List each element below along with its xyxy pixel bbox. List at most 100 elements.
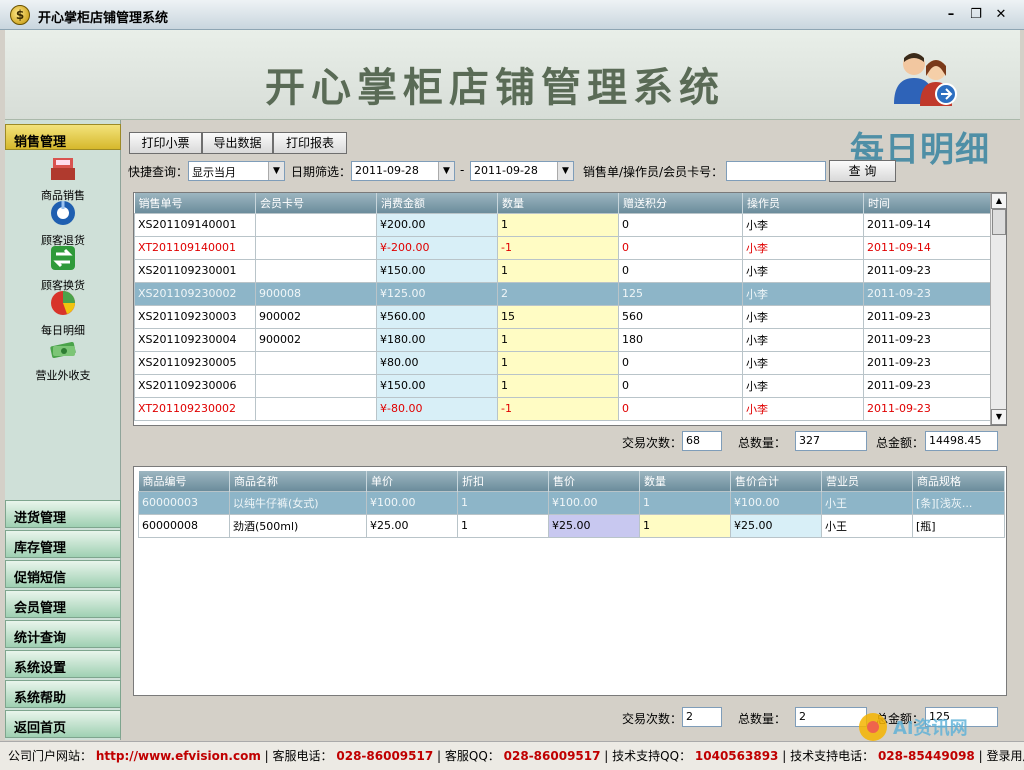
sales-table-header: 销售单号 会员卡号 消费金额 数量 赠送积分 操作员 时间 (134, 193, 991, 213)
trade-count-label: 交易次数： (622, 436, 683, 450)
column-header[interactable]: 数量 (497, 193, 619, 213)
table-row[interactable]: XT201109230002 ¥-80.00 -1 0 小李 2011-09-23 (134, 396, 991, 421)
close-button[interactable]: ✕ (990, 6, 1012, 24)
trade-count-value: 68 (682, 431, 722, 451)
nav-help[interactable]: 系统帮助 (5, 680, 121, 708)
table-cell: 900002 (255, 327, 377, 352)
table-cell: -1 (497, 396, 619, 421)
cs-phone-label: 客服电话： (272, 749, 333, 763)
maximize-button[interactable]: ❐ (965, 6, 987, 24)
column-header[interactable]: 赠送积分 (618, 193, 743, 213)
table-cell: 1 (497, 258, 619, 283)
scroll-up-icon[interactable]: ▲ (991, 193, 1006, 209)
table-row[interactable]: XS201109230001 ¥150.00 1 0 小李 2011-09-23 (134, 258, 991, 283)
column-header[interactable]: 商品名称 (229, 471, 367, 491)
sidebar-item-exchange[interactable]: 顾客换货 (5, 244, 121, 293)
column-header[interactable]: 折扣 (457, 471, 549, 491)
table-cell: 180 (618, 327, 743, 352)
sidebar-item-sales[interactable]: 商品销售 (5, 154, 121, 203)
chevron-down-icon: ▼ (557, 162, 573, 180)
sidebar-item-daily-detail[interactable]: 每日明细 (5, 289, 121, 338)
cs-qq-label: 客服QQ： (444, 749, 500, 763)
table-row[interactable]: XS201109230002 900008 ¥125.00 2 125 小李 2011-09… (134, 281, 991, 306)
table-cell: 1 (639, 490, 731, 515)
column-header[interactable]: 销售单号 (134, 193, 256, 213)
column-header[interactable]: 消费金额 (376, 193, 498, 213)
date-from-picker[interactable]: 2011-09-28 ▼ (351, 161, 455, 181)
sidebar-item-other-income[interactable]: 营业外收支 (5, 334, 121, 383)
print-ticket-button[interactable]: 打印小票 (129, 132, 202, 154)
quick-query-value: 显示当月 (192, 166, 236, 179)
column-header[interactable]: 商品规格 (912, 471, 1005, 491)
column-header[interactable]: 售价 (548, 471, 640, 491)
table-row[interactable]: XS201109230003 900002 ¥560.00 15 560 小李 2011-0… (134, 304, 991, 329)
date-to-picker[interactable]: 2011-09-28 ▼ (470, 161, 574, 181)
table-row[interactable]: XT201109140001 ¥-200.00 -1 0 小李 2011-09-14 (134, 235, 991, 260)
table-cell: 0 (618, 235, 743, 260)
column-header[interactable]: 数量 (639, 471, 731, 491)
detail-table-panel: 商品编号 商品名称 单价 折扣 售价 数量 售价合计 营业员 商品规格 60000003 以纯牛仔… (133, 466, 1007, 696)
table-cell: 小李 (742, 350, 864, 375)
table-cell (255, 212, 377, 237)
nav-inventory[interactable]: 库存管理 (5, 530, 121, 558)
date-from-value: 2011-09-28 (355, 164, 419, 177)
table-cell: ¥100.00 (548, 490, 640, 515)
total-amount-label: 总金额： (876, 436, 925, 450)
table-row[interactable]: XS201109140001 ¥200.00 1 0 小李 2011-09-14 (134, 212, 991, 237)
query-button[interactable]: 查 询 (829, 160, 896, 182)
export-data-button[interactable]: 导出数据 (202, 132, 273, 154)
table-row[interactable]: 60000008 劲酒(500ml) ¥25.00 1 ¥25.00 1 ¥25.00 小王[… (138, 513, 1005, 538)
search-input[interactable] (726, 161, 826, 181)
table-cell: XS201109140001 (134, 212, 256, 237)
print-report-button[interactable]: 打印报表 (273, 132, 347, 154)
table-cell (255, 258, 377, 283)
table-row[interactable]: 60000003 以纯牛仔裤(女式) ¥100.00 1 ¥100.00 1 ¥100.00… (138, 490, 1005, 515)
column-header[interactable]: 营业员 (821, 471, 913, 491)
column-header[interactable]: 售价合计 (730, 471, 822, 491)
minimize-button[interactable]: – (940, 6, 962, 24)
column-header[interactable]: 操作员 (742, 193, 864, 213)
sidebar-item-label: 营业外收支 (35, 369, 91, 382)
table-cell: ¥100.00 (730, 490, 822, 515)
nav-home[interactable]: 返回首页 (5, 710, 121, 738)
table-cell: 15 (497, 304, 619, 329)
table-cell: XS201109230001 (134, 258, 256, 283)
table-cell: 0 (618, 258, 743, 283)
status-sep: | (264, 749, 269, 763)
table-cell: ¥80.00 (376, 350, 498, 375)
sales-scrollbar[interactable]: ▲ ▼ (990, 193, 1006, 425)
scroll-thumb[interactable] (992, 209, 1006, 235)
nav-promo-sms[interactable]: 促销短信 (5, 560, 121, 588)
status-sep: | (437, 749, 442, 763)
header-banner: 开心掌柜店铺管理系统 (5, 30, 1020, 120)
banner-title: 开心掌柜店铺管理系统 (265, 64, 725, 111)
nav-settings[interactable]: 系统设置 (5, 650, 121, 678)
table-cell: 小李 (742, 373, 864, 398)
column-header[interactable]: 会员卡号 (255, 193, 377, 213)
table-cell: XS201109230002 (134, 281, 256, 306)
sidebar-item-return[interactable]: 顾客退货 (5, 199, 121, 248)
table-row[interactable]: XS201109230005 ¥80.00 1 0 小李 2011-09-23 (134, 350, 991, 375)
sidebar-section-sales[interactable]: 销售管理 (5, 124, 121, 150)
table-cell: 2011-09-14 (863, 235, 991, 260)
nav-purchase[interactable]: 进货管理 (5, 500, 121, 528)
cs-phone: 028-86009517 (336, 749, 434, 763)
column-header[interactable]: 单价 (366, 471, 458, 491)
status-sep: | (604, 749, 609, 763)
table-cell: 2011-09-23 (863, 304, 991, 329)
column-header[interactable]: 时间 (863, 193, 991, 213)
table-row[interactable]: XS201109230004 900002 ¥180.00 1 180 小李 2011-09… (134, 327, 991, 352)
table-cell: 小王 (821, 513, 913, 538)
detail-table-header: 商品编号 商品名称 单价 折扣 售价 数量 售价合计 营业员 商品规格 (138, 471, 1005, 491)
site-link[interactable]: http://www.efvision.com (96, 749, 261, 763)
nav-statistics[interactable]: 统计查询 (5, 620, 121, 648)
column-header[interactable]: 商品编号 (138, 471, 230, 491)
site-label: 公司门户网站： (8, 749, 93, 763)
tech-qq: 1040563893 (694, 749, 779, 763)
quick-query-label: 快捷查询： (128, 165, 189, 179)
table-cell: 小李 (742, 327, 864, 352)
table-row[interactable]: XS201109230006 ¥150.00 1 0 小李 2011-09-23 (134, 373, 991, 398)
scroll-down-icon[interactable]: ▼ (991, 409, 1006, 425)
quick-query-select[interactable]: 显示当月 ▼ (188, 161, 285, 181)
nav-members[interactable]: 会员管理 (5, 590, 121, 618)
